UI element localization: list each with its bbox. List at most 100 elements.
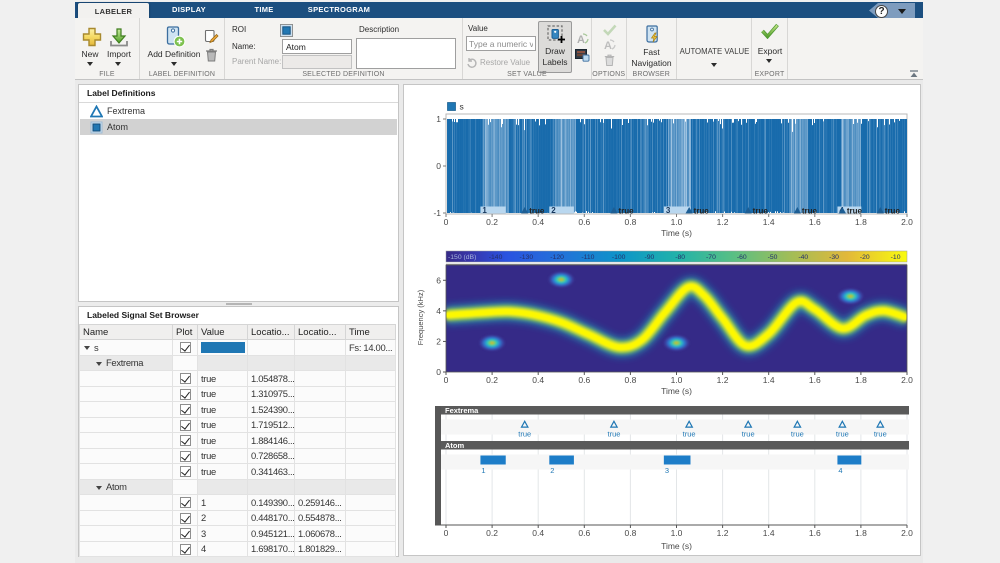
cell-plot[interactable] (173, 464, 198, 480)
cell-plot[interactable] (173, 355, 198, 371)
cell-name[interactable]: s (80, 340, 173, 356)
plots-canvas[interactable]: s1234truetruetruetruetruetruetrue10-100.… (404, 85, 920, 555)
table-row[interactable]: true1.884146... (80, 433, 396, 449)
cell-loc1[interactable]: 1.524390... (248, 402, 295, 418)
cell-name[interactable] (80, 510, 173, 526)
cell-loc2[interactable] (295, 340, 346, 356)
cell-loc1[interactable] (248, 355, 295, 371)
table-row[interactable]: s Fs: 14.00... (80, 340, 396, 356)
column-header[interactable]: Name (80, 325, 173, 340)
export-caret-icon[interactable] (766, 59, 772, 63)
cell-time[interactable] (346, 355, 396, 371)
cell-time[interactable] (346, 526, 396, 542)
add-definition-icon[interactable] (161, 23, 187, 49)
cell-plot[interactable] (173, 417, 198, 433)
expand-arrow-icon[interactable] (96, 362, 102, 366)
plot-checkbox[interactable] (180, 389, 191, 400)
plot-checkbox[interactable] (180, 342, 191, 353)
cell-loc2[interactable] (295, 448, 346, 464)
cell-time[interactable] (346, 464, 396, 480)
plot-checkbox[interactable] (180, 420, 191, 431)
cell-name[interactable] (80, 417, 173, 433)
cell-time[interactable] (346, 402, 396, 418)
cell-plot[interactable] (173, 510, 198, 526)
cell-time[interactable] (346, 371, 396, 387)
plot-checkbox[interactable] (180, 404, 191, 415)
table-row[interactable]: Atom (80, 479, 396, 495)
cell-loc2[interactable]: 1.801829... (295, 541, 346, 557)
cell-value[interactable]: 4 (198, 541, 248, 557)
cell-loc1[interactable]: 0.341463... (248, 464, 295, 480)
draw-labels-button[interactable]: Draw Labels (538, 21, 572, 73)
table-row[interactable]: true1.310975... (80, 386, 396, 402)
cell-name[interactable]: Fextrema (80, 355, 173, 371)
table-row[interactable]: 20.448170...0.554878... (80, 510, 396, 526)
cell-plot[interactable] (173, 340, 198, 356)
cell-value[interactable]: 3 (198, 526, 248, 542)
table-row[interactable]: true0.341463... (80, 464, 396, 480)
cell-loc2[interactable] (295, 417, 346, 433)
cell-loc2[interactable] (295, 355, 346, 371)
expand-arrow-icon[interactable] (84, 346, 90, 350)
cell-value[interactable] (198, 479, 248, 495)
cell-time[interactable] (346, 495, 396, 511)
help-icon[interactable]: ? (875, 5, 888, 18)
cell-loc1[interactable]: 0.448170... (248, 510, 295, 526)
cell-loc2[interactable]: 0.259146... (295, 495, 346, 511)
cell-loc1[interactable]: 1.884146... (248, 433, 295, 449)
new-icon[interactable] (81, 26, 103, 48)
cell-value[interactable]: true (198, 386, 248, 402)
column-header[interactable]: Locatio... (248, 325, 295, 340)
cell-name[interactable] (80, 448, 173, 464)
cell-name[interactable] (80, 526, 173, 542)
new-button[interactable]: New (77, 49, 103, 59)
cell-plot[interactable] (173, 541, 198, 557)
cell-plot[interactable] (173, 495, 198, 511)
table-row[interactable]: 41.698170...1.801829... (80, 541, 396, 557)
table-row[interactable]: true0.728658... (80, 448, 396, 464)
region-label-bar[interactable] (480, 456, 505, 465)
cell-value[interactable]: true (198, 371, 248, 387)
cell-plot[interactable] (173, 479, 198, 495)
cell-name[interactable] (80, 371, 173, 387)
add-definition-caret-icon[interactable] (171, 62, 177, 66)
column-header[interactable]: Plot (173, 325, 198, 340)
tab-spectrogram[interactable]: SPECTROGRAM (299, 2, 379, 18)
cell-value[interactable]: true (198, 417, 248, 433)
expand-arrow-icon[interactable] (96, 486, 102, 490)
add-definition-button[interactable]: Add Definition (142, 49, 206, 59)
cell-loc1[interactable]: 1.054878... (248, 371, 295, 387)
cell-time[interactable]: Fs: 14.00... (346, 340, 396, 356)
cell-loc2[interactable] (295, 479, 346, 495)
name-input[interactable] (282, 39, 352, 54)
region-label-bar[interactable] (837, 456, 861, 465)
cell-loc1[interactable]: 1.719512... (248, 417, 295, 433)
cell-value[interactable] (198, 355, 248, 371)
cell-time[interactable] (346, 433, 396, 449)
cell-loc2[interactable] (295, 402, 346, 418)
new-caret-icon[interactable] (87, 62, 93, 66)
cell-loc2[interactable] (295, 464, 346, 480)
region-label-bar[interactable] (549, 456, 574, 465)
cell-name[interactable] (80, 464, 173, 480)
table-row[interactable]: true1.719512... (80, 417, 396, 433)
cell-time[interactable] (346, 386, 396, 402)
cell-loc1[interactable] (248, 340, 295, 356)
plot-checkbox[interactable] (180, 544, 191, 555)
cell-plot[interactable] (173, 448, 198, 464)
table-row[interactable]: 30.945121...1.060678... (80, 526, 396, 542)
cell-name[interactable]: Atom (80, 479, 173, 495)
cell-name[interactable] (80, 433, 173, 449)
plot-checkbox[interactable] (180, 497, 191, 508)
delete-definition-icon[interactable] (204, 47, 219, 63)
cell-name[interactable] (80, 541, 173, 557)
cell-plot[interactable] (173, 433, 198, 449)
fast-navigation-button-line2[interactable]: Navigation (627, 58, 677, 68)
cell-value[interactable]: true (198, 448, 248, 464)
plot-checkbox[interactable] (180, 513, 191, 524)
cell-plot[interactable] (173, 526, 198, 542)
cell-plot[interactable] (173, 386, 198, 402)
cell-time[interactable] (346, 541, 396, 557)
plot-checkbox[interactable] (180, 435, 191, 446)
column-header[interactable]: Value (198, 325, 248, 340)
